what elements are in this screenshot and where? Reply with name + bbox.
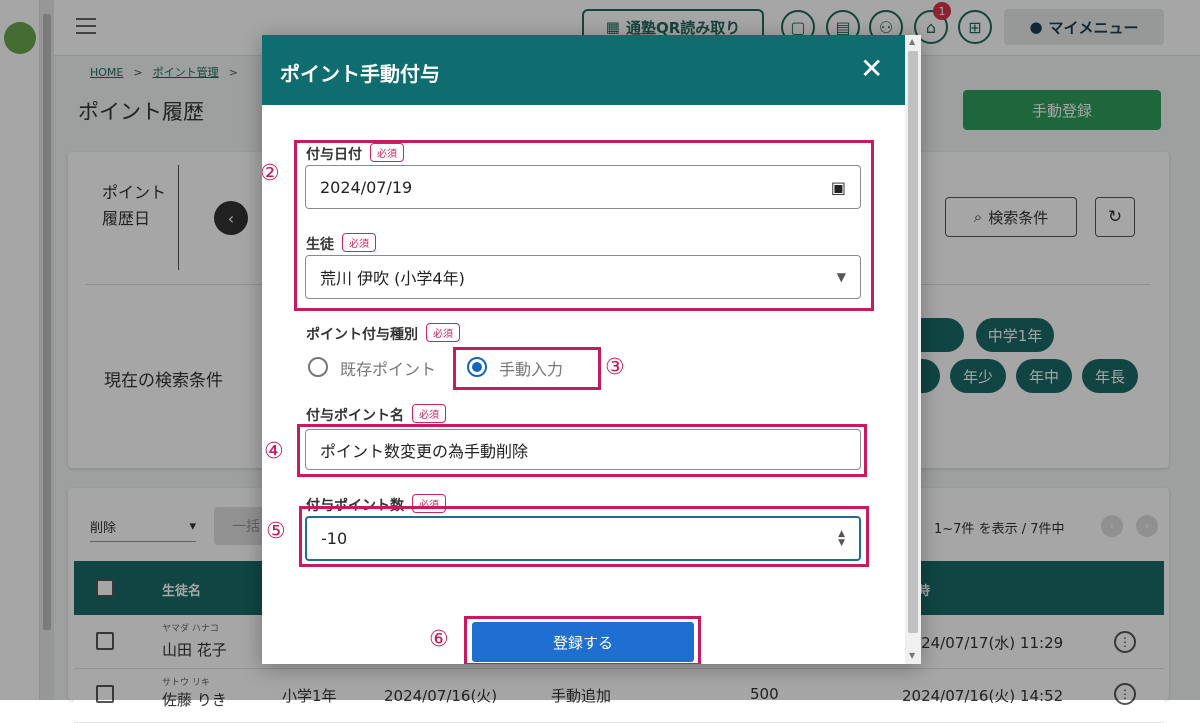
grant-type-label: ポイント付与種別 必須 xyxy=(306,323,460,344)
annotation-number-5: ⑤ xyxy=(266,519,286,544)
annotation-number-3: ③ xyxy=(605,355,625,380)
annotation-number-6: ⑥ xyxy=(429,627,449,652)
radio-manual-input[interactable] xyxy=(467,357,487,377)
point-count-input[interactable]: -10 ▲ ▼ xyxy=(305,516,861,561)
manual-point-dialog: ポイント手動付与 ✕ ▲ ▼ ② 付与日付 必須 2024/07/19 ▣ 生徒 必須… xyxy=(262,35,921,664)
annotation-number-2: ② xyxy=(262,161,280,186)
calendar-icon[interactable]: ▣ xyxy=(831,178,846,197)
annotation-number-4: ④ xyxy=(264,439,284,464)
radio-existing-label: 既存ポイント xyxy=(340,360,437,379)
dropdown-arrow-icon: ▼ xyxy=(836,270,846,284)
radio-existing-point[interactable] xyxy=(308,357,328,377)
grant-date-input[interactable]: 2024/07/19 ▣ xyxy=(305,165,861,209)
required-badge: 必須 xyxy=(412,404,446,423)
point-name-label: 付与ポイント名 必須 xyxy=(306,404,446,425)
required-badge: 必須 xyxy=(370,143,404,162)
dialog-scrollbar[interactable]: ▲ ▼ xyxy=(905,35,921,664)
spinner-icon[interactable]: ▲ ▼ xyxy=(838,529,845,548)
grant-date-label: 付与日付 必須 xyxy=(306,143,404,164)
radio-manual-label: 手動入力 xyxy=(499,360,564,379)
close-icon[interactable]: ✕ xyxy=(860,55,883,83)
required-badge: 必須 xyxy=(426,323,460,342)
point-name-input[interactable]: ポイント数変更の為手動削除 xyxy=(305,429,861,470)
student-label: 生徒 必須 xyxy=(306,233,376,254)
dialog-header: ポイント手動付与 ✕ xyxy=(262,35,905,105)
dialog-title: ポイント手動付与 xyxy=(280,62,440,86)
submit-button[interactable]: 登録する xyxy=(472,622,694,662)
student-select[interactable]: 荒川 伊吹 (小学4年) ▼ xyxy=(305,255,861,299)
required-badge: 必須 xyxy=(342,233,376,252)
